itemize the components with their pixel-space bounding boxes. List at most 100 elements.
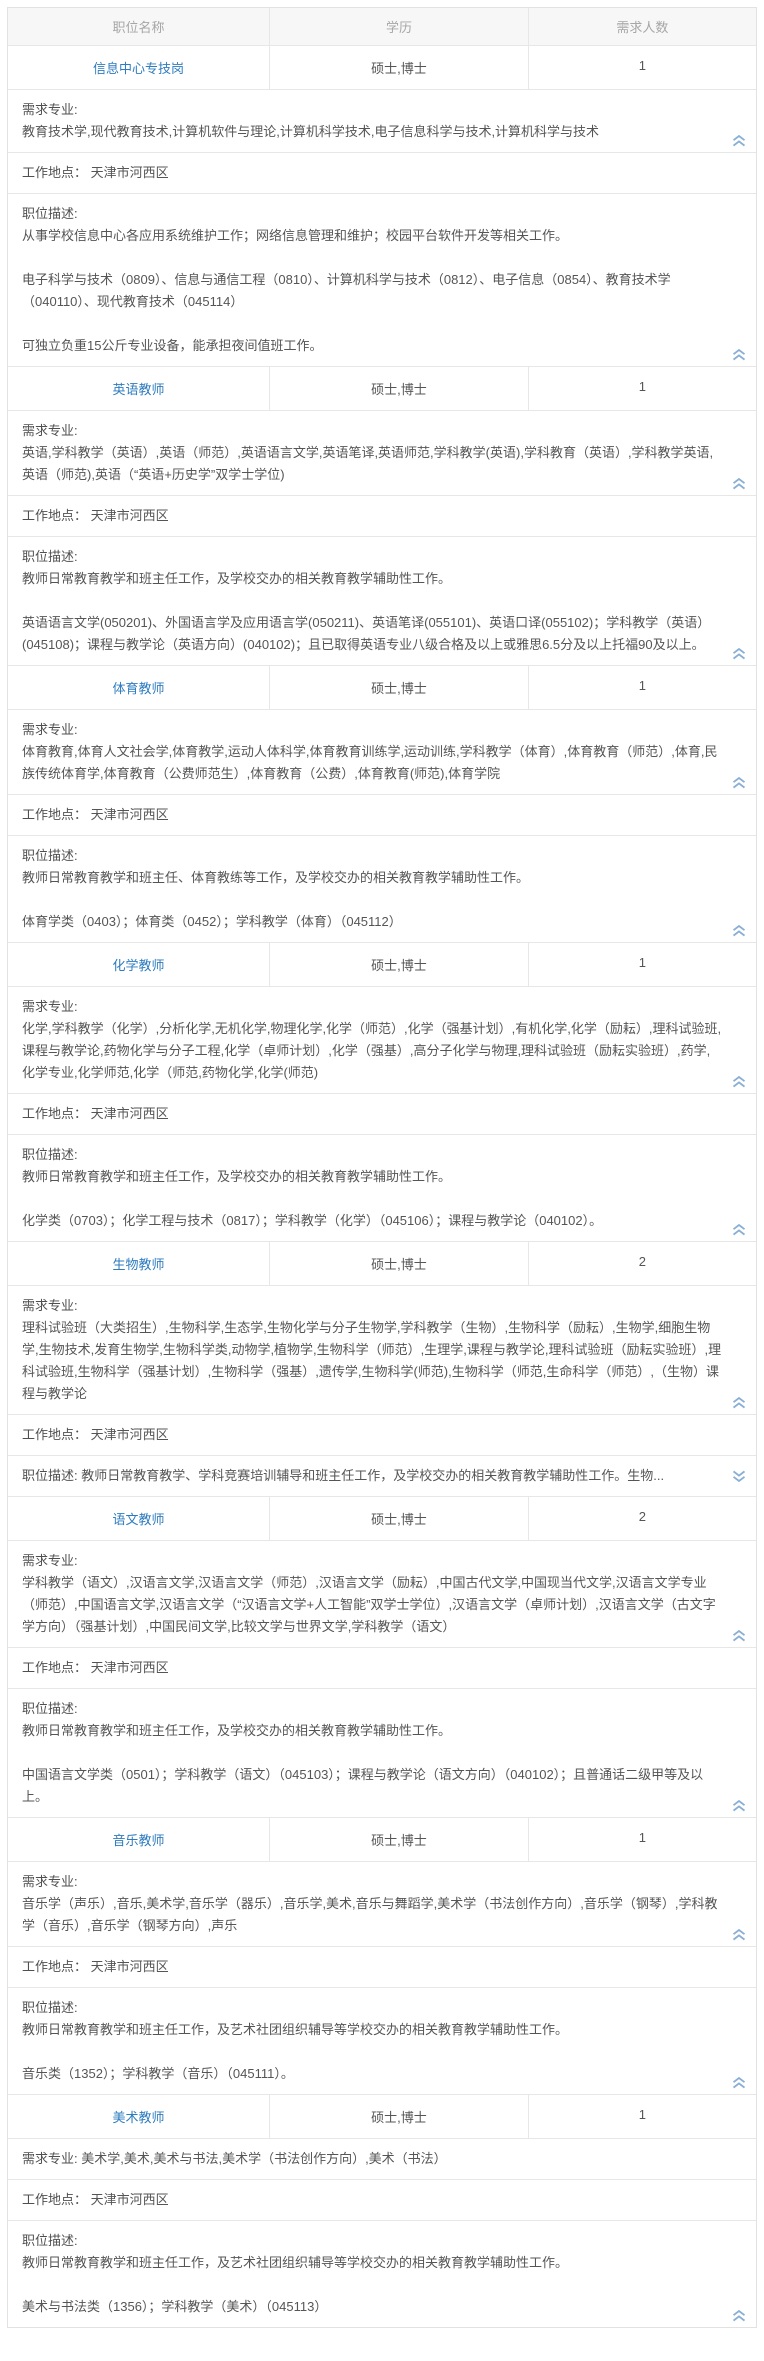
- description-block: 职位描述:教师日常教育教学和班主任工作，及学校交办的相关教育教学辅助性工作。英语…: [8, 536, 756, 665]
- location-label: 工作地点：: [22, 2192, 87, 2207]
- location-label: 工作地点：: [22, 165, 87, 180]
- description-collapse-icon[interactable]: [731, 924, 747, 938]
- major-block: 需求专业:理科试验班（大类招生）,生物科学,生态学,生物化学与分子生物学,学科教…: [8, 1285, 756, 1414]
- position-link[interactable]: 生物教师: [113, 1257, 165, 1272]
- major-label: 需求专业:: [22, 420, 722, 442]
- position-row: 语文教师 硕士,博士 2: [8, 1496, 756, 1540]
- position-section: 生物教师 硕士,博士 2 需求专业:理科试验班（大类招生）,生物科学,生态学,生…: [8, 1241, 756, 1496]
- jobs-table: 职位名称 学历 需求人数 信息中心专技岗 硕士,博士 1 需求专业: 教育技术学,…: [7, 7, 757, 2328]
- description-paragraph: 化学类（0703）；化学工程与技术（0817）；学科教学（化学）（045106）…: [22, 1210, 722, 1232]
- major-block: 需求专业: 美术学,美术,美术与书法,美术学（书法创作方向）,美术（书法）: [8, 2138, 756, 2179]
- major-collapse-icon[interactable]: [731, 477, 747, 491]
- position-row: 美术教师 硕士,博士 1: [8, 2094, 756, 2138]
- major-label: 需求专业:: [22, 719, 722, 741]
- description-block: 职位描述:教师日常教育教学和班主任工作，及学校交办的相关教育教学辅助性工作。中国…: [8, 1688, 756, 1817]
- position-name-cell: 英语教师: [8, 367, 269, 410]
- location-block: 工作地点： 天津市河西区: [8, 1093, 756, 1134]
- position-row: 化学教师 硕士,博士 1: [8, 942, 756, 986]
- degree-value: 硕士,博士: [269, 1818, 528, 1861]
- location-block: 工作地点： 天津市河西区: [8, 152, 756, 193]
- description-content: 教师日常教育教学和班主任、体育教练等工作，及学校交办的相关教育教学辅助性工作。体…: [22, 867, 722, 933]
- description-collapse-icon[interactable]: [731, 1799, 747, 1813]
- position-link[interactable]: 化学教师: [113, 958, 165, 973]
- major-content: 音乐学（声乐）,音乐,美术学,音乐学（器乐）,音乐学,美术,音乐与舞蹈学,美术学…: [22, 1896, 718, 1933]
- page: 职位名称 学历 需求人数 信息中心专技岗 硕士,博士 1 需求专业: 教育技术学,…: [0, 0, 764, 2361]
- description-collapse-icon[interactable]: [731, 647, 747, 661]
- position-name-cell: 信息中心专技岗: [8, 46, 269, 89]
- major-label: 需求专业:: [22, 1295, 722, 1317]
- location-value: 天津市河西区: [91, 165, 169, 180]
- major-collapse-icon[interactable]: [731, 1928, 747, 1942]
- position-name-cell: 生物教师: [8, 1242, 269, 1285]
- description-expand-icon[interactable]: [731, 1469, 747, 1483]
- position-link[interactable]: 体育教师: [113, 681, 165, 696]
- major-label: 需求专业:: [22, 99, 722, 121]
- col-header-position: 职位名称: [8, 8, 269, 45]
- position-section: 英语教师 硕士,博士 1 需求专业:英语,学科教学（英语）,英语（师范）,英语语…: [8, 366, 756, 665]
- degree-value: 硕士,博士: [269, 666, 528, 709]
- major-content: 体育教育,体育人文社会学,体育教学,运动人体科学,体育教育训练学,运动训练,学科…: [22, 744, 718, 781]
- position-link[interactable]: 美术教师: [113, 2110, 165, 2125]
- degree-value: 硕士,博士: [269, 46, 528, 89]
- col-header-degree: 学历: [269, 8, 528, 45]
- table-header-row: 职位名称 学历 需求人数: [8, 8, 756, 45]
- position-row: 信息中心专技岗 硕士,博士 1: [8, 45, 756, 89]
- major-label: 需求专业:: [22, 996, 722, 1018]
- count-value: 1: [528, 666, 756, 709]
- major-block: 需求专业:学科教学（语文）,汉语言文学,汉语言文学（师范）,汉语言文学（励耘）,…: [8, 1540, 756, 1647]
- major-label: 需求专业:: [22, 1871, 722, 1893]
- description-paragraph: 电子科学与技术（0809）、信息与通信工程（0810）、计算机科学与技术（081…: [22, 269, 722, 313]
- major-collapse-icon[interactable]: [731, 1075, 747, 1089]
- location-block: 工作地点： 天津市河西区: [8, 1414, 756, 1455]
- major-block: 需求专业: 音乐学（声乐）,音乐,美术学,音乐学（器乐）,音乐学,美术,音乐与舞蹈…: [8, 1861, 756, 1946]
- position-name-cell: 化学教师: [8, 943, 269, 986]
- location-value: 天津市河西区: [91, 1959, 169, 1974]
- position-name-cell: 体育教师: [8, 666, 269, 709]
- major-collapse-icon[interactable]: [731, 1396, 747, 1410]
- description-collapse-icon[interactable]: [731, 2076, 747, 2090]
- major-collapse-icon[interactable]: [731, 1629, 747, 1643]
- description-block: 职位描述:教师日常教育教学和班主任、体育教练等工作，及学校交办的相关教育教学辅助…: [8, 835, 756, 942]
- description-label: 职位描述:: [22, 1997, 722, 2019]
- position-name-cell: 音乐教师: [8, 1818, 269, 1861]
- location-label: 工作地点：: [22, 1660, 87, 1675]
- location-block: 工作地点： 天津市河西区: [8, 495, 756, 536]
- description-collapse-icon[interactable]: [731, 1223, 747, 1237]
- degree-value: 硕士,博士: [269, 943, 528, 986]
- position-row: 生物教师 硕士,博士 2: [8, 1241, 756, 1285]
- major-content: 美术学,美术,美术与书法,美术学（书法创作方向）,美术（书法）: [78, 2151, 447, 2166]
- description-content: 教师日常教育教学和班主任工作，及学校交办的相关教育教学辅助性工作。中国语言文学类…: [22, 1720, 722, 1808]
- description-label: 职位描述:: [22, 203, 722, 225]
- major-collapse-icon[interactable]: [731, 134, 747, 148]
- location-value: 天津市河西区: [91, 807, 169, 822]
- major-content: 化学,学科教学（化学）,分析化学,无机化学,物理化学,化学（师范）,化学（强基计…: [22, 1021, 721, 1080]
- major-collapse-icon[interactable]: [731, 776, 747, 790]
- position-link[interactable]: 语文教师: [113, 1512, 165, 1527]
- count-value: 1: [528, 1818, 756, 1861]
- position-section: 语文教师 硕士,博士 2 需求专业:学科教学（语文）,汉语言文学,汉语言文学（师…: [8, 1496, 756, 1817]
- description-paragraph: 教师日常教育教学和班主任工作，及艺术社团组织辅导等学校交办的相关教育教学辅助性工…: [22, 2252, 722, 2274]
- degree-value: 硕士,博士: [269, 1497, 528, 1540]
- position-section: 美术教师 硕士,博士 1 需求专业: 美术学,美术,美术与书法,美术学（书法创作…: [8, 2094, 756, 2327]
- major-content: 教育技术学,现代教育技术,计算机软件与理论,计算机科学技术,电子信息科学与技术,…: [22, 124, 599, 139]
- degree-value: 硕士,博士: [269, 2095, 528, 2138]
- description-collapse-icon[interactable]: [731, 348, 747, 362]
- description-paragraph: 英语语言文学(050201)、外国语言学及应用语言学(050211)、英语笔译(…: [22, 612, 722, 656]
- description-paragraph: 中国语言文学类（0501）；学科教学（语文）（045103）；课程与教学论（语文…: [22, 1764, 722, 1808]
- position-link[interactable]: 音乐教师: [113, 1833, 165, 1848]
- major-label: 需求专业:: [22, 1550, 722, 1572]
- location-label: 工作地点：: [22, 508, 87, 523]
- description-collapse-icon[interactable]: [731, 2309, 747, 2323]
- position-link[interactable]: 英语教师: [113, 382, 165, 397]
- position-link[interactable]: 信息中心专技岗: [93, 61, 184, 76]
- position-section: 信息中心专技岗 硕士,博士 1 需求专业: 教育技术学,现代教育技术,计算机软件与…: [8, 45, 756, 366]
- major-block: 需求专业: 教育技术学,现代教育技术,计算机软件与理论,计算机科学技术,电子信息科…: [8, 89, 756, 152]
- count-value: 1: [528, 943, 756, 986]
- description-label: 职位描述:: [22, 546, 722, 568]
- table-body: 信息中心专技岗 硕士,博士 1 需求专业: 教育技术学,现代教育技术,计算机软件与…: [8, 45, 756, 2327]
- description-label: 职位描述:: [22, 1144, 722, 1166]
- position-section: 音乐教师 硕士,博士 1 需求专业: 音乐学（声乐）,音乐,美术学,音乐学（器乐）…: [8, 1817, 756, 2094]
- description-paragraph: 音乐类（1352）；学科教学（音乐）（045111）。: [22, 2063, 722, 2085]
- location-block: 工作地点： 天津市河西区: [8, 1946, 756, 1987]
- major-block: 需求专业: 化学,学科教学（化学）,分析化学,无机化学,物理化学,化学（师范）,化…: [8, 986, 756, 1093]
